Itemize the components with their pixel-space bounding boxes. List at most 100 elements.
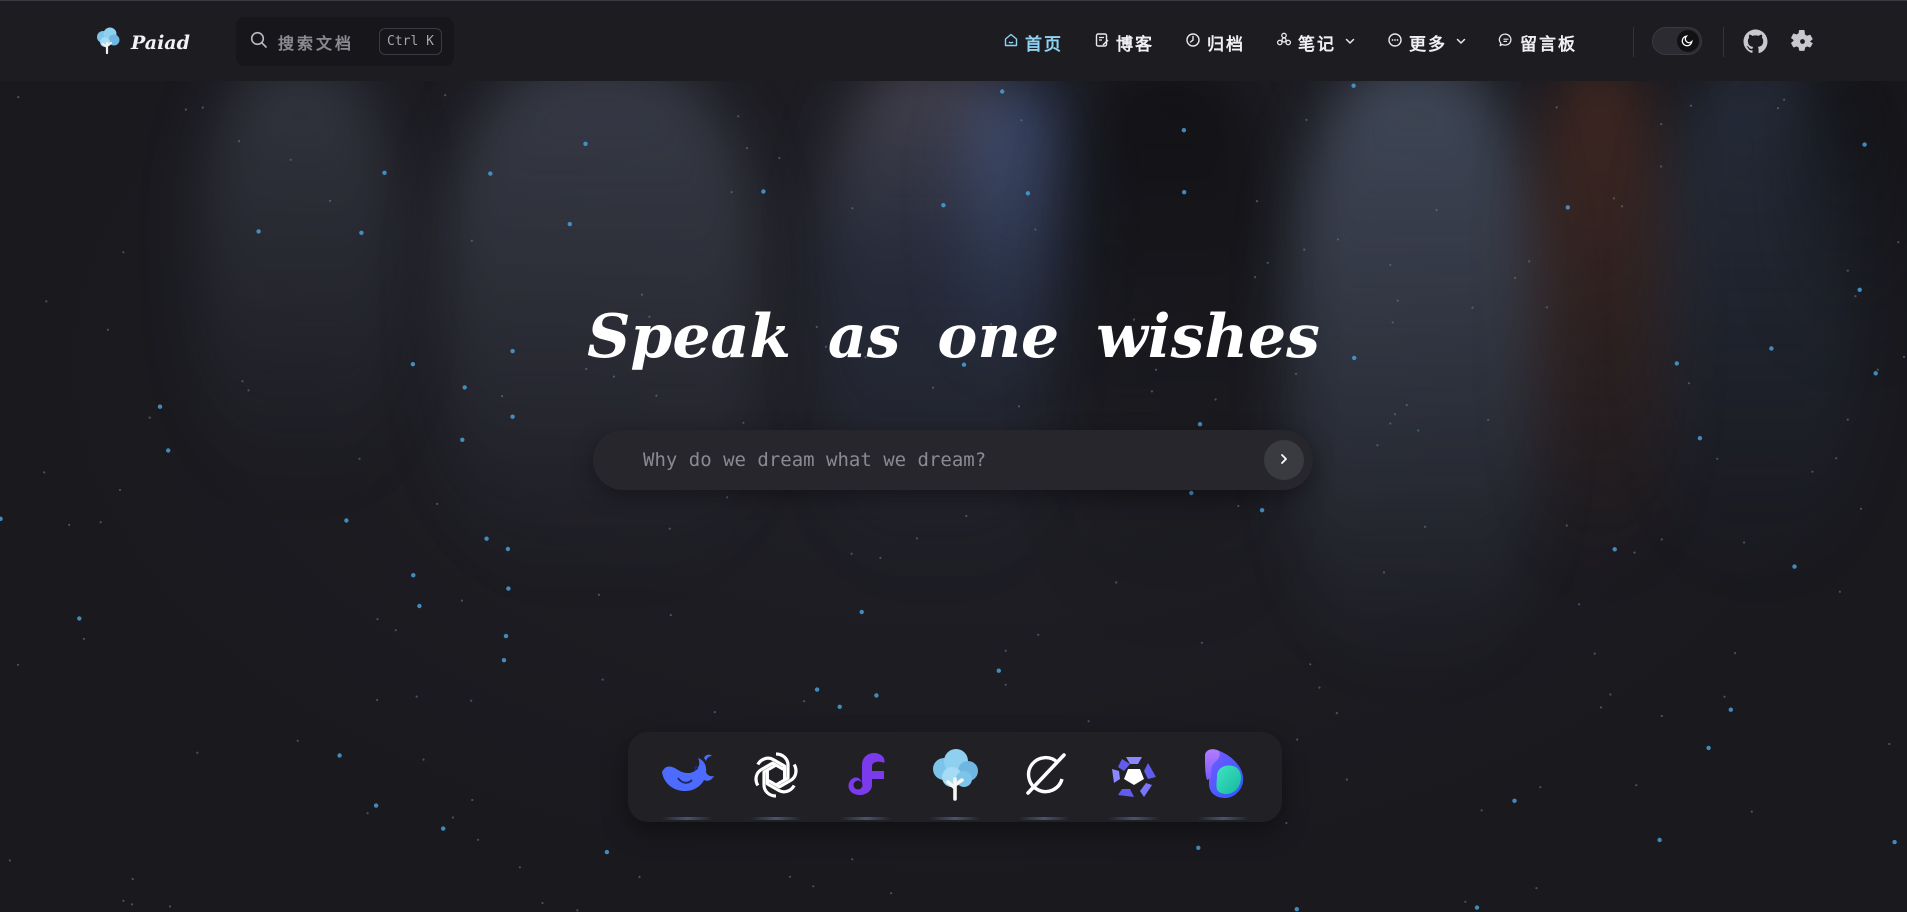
star-dot [1706, 745, 1711, 751]
dock-item-copilot[interactable] [1192, 746, 1254, 820]
nav-item-home[interactable]: 首页 [1003, 30, 1063, 55]
star-dot [583, 141, 588, 146]
dock-item-grok[interactable] [1013, 746, 1075, 820]
star-dot [814, 687, 820, 692]
star-dot [366, 812, 369, 815]
settings-button[interactable] [1790, 29, 1815, 58]
dock-item-paiad[interactable] [924, 746, 986, 820]
star-dot [451, 816, 454, 819]
star-dot [851, 858, 854, 861]
star-dot [376, 698, 379, 702]
star-dot [1660, 714, 1663, 718]
star-dot [488, 171, 493, 176]
star-dot [932, 386, 935, 389]
chevron-down-icon [1344, 32, 1356, 52]
star-dot [1389, 263, 1392, 266]
star-dot [726, 496, 729, 499]
star-dot [1150, 390, 1153, 393]
dock-item-chatgpt[interactable] [745, 746, 807, 820]
theme-toggle[interactable] [1652, 27, 1702, 55]
star-dot [1897, 241, 1900, 244]
star-dot [1034, 228, 1037, 231]
star-dot [329, 199, 332, 202]
star-dot [1728, 707, 1734, 712]
star-dot [1687, 382, 1691, 385]
star-dot [166, 448, 171, 453]
star-dot [247, 389, 250, 392]
nav-item-more[interactable]: 更多 [1387, 30, 1467, 55]
nav-item-guestbook[interactable]: 留言板 [1498, 30, 1577, 55]
dock-item-flux[interactable] [835, 746, 897, 820]
star-dot [567, 221, 572, 227]
star-dot [874, 693, 879, 698]
star-dot [1182, 190, 1187, 195]
home-icon [1003, 32, 1019, 53]
star-dot [441, 826, 446, 831]
star-dot [668, 527, 671, 530]
dock-item-deepseek[interactable] [656, 746, 718, 820]
star-dot [1115, 581, 1118, 584]
star-dot [1535, 887, 1538, 890]
star-dot [1892, 839, 1897, 845]
ask-submit-button[interactable] [1264, 440, 1304, 480]
star-dot [1237, 504, 1240, 508]
star-dot [501, 658, 507, 663]
star-dot [778, 156, 781, 160]
star-dot [1464, 900, 1467, 903]
star-dot [1335, 712, 1338, 715]
search-docs-button[interactable]: 搜索文档 Ctrl K [236, 17, 454, 66]
star-dot [1555, 106, 1558, 109]
nav-item-blog[interactable]: 博客 [1094, 30, 1154, 55]
star-dot [1345, 778, 1348, 781]
star-dot [788, 875, 792, 878]
star-dot [1697, 436, 1703, 441]
qwen-icon [1108, 749, 1160, 805]
star-dot [471, 798, 474, 802]
nav-item-label: 更多 [1409, 34, 1447, 55]
github-link[interactable] [1743, 29, 1768, 58]
star-dot [394, 629, 397, 632]
nav-item-archive[interactable]: 归档 [1185, 30, 1245, 55]
star-dot [462, 385, 467, 390]
star-dot [1635, 784, 1638, 787]
star-dot [604, 849, 610, 855]
ask-input[interactable] [643, 430, 1223, 490]
grok-icon [1018, 749, 1070, 805]
star-dot [1259, 508, 1265, 513]
blog-icon [1094, 32, 1110, 53]
star-dot [77, 616, 82, 621]
star-dot [1792, 564, 1797, 569]
star-dot [742, 421, 745, 424]
star-dot [1593, 652, 1596, 655]
star-dot [505, 546, 511, 552]
deepseek-whale-icon [658, 750, 716, 804]
star-dot [415, 695, 418, 698]
star-dot [1487, 418, 1490, 421]
nav-item-notes[interactable]: 笔记 [1276, 30, 1356, 55]
star-dot [1309, 663, 1312, 666]
star-dot [1633, 551, 1636, 554]
star-dot [470, 239, 473, 242]
star-dot [417, 603, 422, 609]
star-dot [996, 668, 1001, 673]
hero-title: Speak as one wishes [587, 302, 1320, 372]
archive-clock-icon [1185, 32, 1201, 53]
site-logo[interactable]: Paiad [93, 26, 190, 60]
star-dot [1480, 809, 1483, 812]
search-shortcut-badge: Ctrl K [379, 28, 442, 55]
star-dot [17, 663, 20, 666]
star-dot [1689, 104, 1693, 107]
star-dot [289, 158, 292, 161]
star-dot [1294, 907, 1300, 912]
star-dot [1196, 845, 1201, 850]
star-dot [737, 115, 740, 118]
star-dot [1660, 165, 1663, 168]
star-dot [1846, 269, 1849, 272]
star-dot [1539, 786, 1542, 789]
star-dot [411, 573, 416, 578]
star-dot [812, 885, 815, 888]
star-dot [8, 859, 11, 862]
star-dot [1303, 248, 1306, 251]
chevron-right-icon [1277, 451, 1291, 470]
dock-item-qwen[interactable] [1103, 746, 1165, 820]
